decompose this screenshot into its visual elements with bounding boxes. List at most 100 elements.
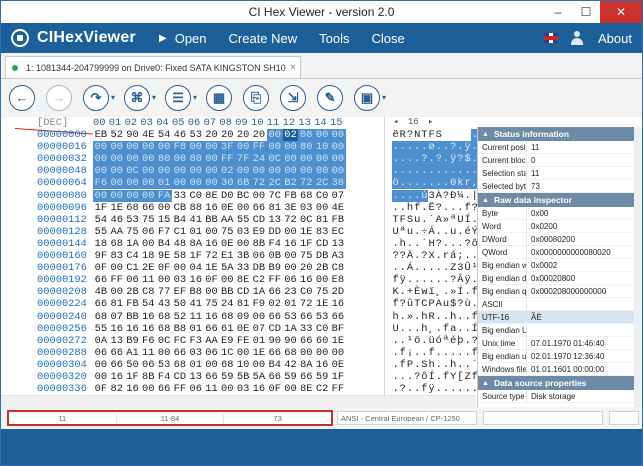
ascii-char[interactable]: . bbox=[406, 153, 414, 166]
hex-byte[interactable]: 03 bbox=[235, 383, 251, 395]
ascii-char[interactable]: f bbox=[428, 347, 435, 359]
hex-byte[interactable]: 00 bbox=[140, 141, 157, 154]
hex-byte[interactable]: FB bbox=[283, 190, 299, 202]
hex-byte[interactable]: 00 bbox=[330, 347, 346, 359]
ascii-char[interactable]: . bbox=[450, 238, 457, 250]
hex-byte[interactable]: 58 bbox=[172, 250, 188, 262]
ascii-char[interactable]: ô bbox=[421, 371, 428, 383]
ascii-char[interactable]: . bbox=[406, 323, 413, 335]
ascii-char[interactable]: . bbox=[413, 189, 421, 202]
hex-byte[interactable]: 20 bbox=[251, 129, 267, 141]
ascii-char[interactable]: ? bbox=[435, 153, 443, 166]
hex-byte[interactable]: 33 bbox=[298, 323, 314, 335]
ascii-char[interactable]: ? bbox=[399, 383, 406, 395]
ascii-char[interactable]: . bbox=[392, 371, 399, 383]
ascii-char[interactable]: » bbox=[442, 214, 449, 226]
ascii-char[interactable] bbox=[464, 129, 471, 141]
hex-byte[interactable]: B8 bbox=[188, 286, 204, 298]
hex-byte[interactable]: 68 bbox=[298, 190, 314, 202]
hex-byte[interactable]: 00 bbox=[140, 189, 157, 202]
encoding-selector[interactable]: ANSI - Central European / CP-1250 bbox=[337, 411, 477, 425]
hex-byte[interactable]: 16 bbox=[283, 238, 299, 250]
ascii-char[interactable]: . bbox=[399, 153, 407, 166]
hex-byte[interactable]: 66 bbox=[267, 286, 283, 298]
hex-byte[interactable]: 03 bbox=[172, 274, 188, 286]
hex-byte[interactable]: 00 bbox=[251, 359, 267, 371]
ascii-char[interactable]: ? bbox=[435, 202, 442, 214]
hex-byte[interactable]: B9 bbox=[125, 335, 141, 347]
raw-row[interactable]: Big endian dword 0x00020800 bbox=[478, 272, 642, 285]
hex-byte[interactable]: 66 bbox=[267, 371, 283, 383]
ascii-char[interactable]: . bbox=[464, 286, 471, 298]
hex-byte[interactable]: 5A bbox=[251, 371, 267, 383]
hex-byte[interactable]: 20 bbox=[235, 129, 251, 141]
hex-byte[interactable]: EB bbox=[93, 129, 109, 141]
hex-byte[interactable]: EF bbox=[172, 286, 188, 298]
ascii-char[interactable]: . bbox=[392, 238, 399, 250]
ascii-char[interactable]: . bbox=[435, 359, 442, 371]
hex-byte[interactable]: 16 bbox=[109, 323, 125, 335]
hex-byte[interactable]: 0E bbox=[235, 323, 251, 335]
ascii-char[interactable]: Í bbox=[464, 214, 471, 226]
hex-byte[interactable]: 00 bbox=[109, 286, 125, 298]
hex-byte[interactable]: 00 bbox=[204, 286, 220, 298]
ascii-char[interactable]: h bbox=[421, 311, 428, 323]
hex-byte[interactable]: C0 bbox=[298, 286, 314, 298]
hex-byte[interactable]: 0F bbox=[93, 262, 109, 274]
ascii-char[interactable]: ? bbox=[399, 298, 406, 310]
hex-byte[interactable]: 01 bbox=[283, 298, 299, 310]
hex-byte[interactable]: 0F bbox=[156, 262, 172, 274]
hex-byte[interactable]: C0 bbox=[188, 190, 204, 202]
hex-byte[interactable]: 16 bbox=[204, 238, 220, 250]
hex-byte[interactable]: 66 bbox=[93, 298, 109, 310]
ascii-char[interactable]: ö bbox=[392, 177, 400, 190]
ascii-char[interactable]: . bbox=[442, 311, 449, 323]
ascii-char[interactable]: . bbox=[450, 383, 457, 395]
hex-byte[interactable]: 00 bbox=[124, 189, 141, 202]
status-section-header[interactable]: ▲ Status information bbox=[478, 127, 642, 141]
hex-byte[interactable]: 00 bbox=[108, 189, 125, 202]
hex-byte[interactable]: C2 bbox=[251, 274, 267, 286]
hex-byte[interactable]: 41 bbox=[188, 298, 204, 310]
hex-row[interactable]: 00000256 55 16 16 16 68 B8 01 66 61 0E 07 CD 1A 33 C0 BF… bbox=[1, 323, 507, 335]
hex-byte[interactable]: 8B bbox=[140, 371, 156, 383]
hex-byte[interactable]: 75 bbox=[140, 214, 156, 226]
ascii-char[interactable]: . bbox=[442, 226, 449, 238]
hex-byte[interactable]: 13 bbox=[109, 335, 125, 347]
raw-row[interactable]: Big endian UTF-16 bbox=[478, 324, 642, 337]
ascii-char[interactable]: Í bbox=[428, 371, 435, 383]
raw-row[interactable]: Unix time 07.01.1970 01:46:40 bbox=[478, 337, 642, 350]
hex-byte[interactable]: B9 bbox=[267, 262, 283, 274]
hex-byte[interactable]: 00 bbox=[219, 274, 235, 286]
ascii-char[interactable]: . bbox=[428, 153, 436, 166]
hex-byte[interactable]: C0 bbox=[314, 190, 330, 202]
hex-row[interactable]: 00000064 F6 00 00 00 01 00 00 00 30 6B 72 2C B2 72 2C 38… bbox=[1, 177, 508, 190]
hex-row[interactable]: 00000240 68 07 BB 16 68 52 11 16 68 09 00 66 53 66 53 66… bbox=[1, 311, 507, 323]
hex-byte[interactable]: C8 bbox=[330, 262, 346, 274]
hex-byte[interactable]: 00 bbox=[93, 141, 109, 154]
hex-byte[interactable]: 23 bbox=[283, 286, 299, 298]
ascii-char[interactable]: . bbox=[413, 165, 421, 178]
hex-byte[interactable]: F7 bbox=[156, 226, 172, 238]
hex-byte[interactable]: 82 bbox=[109, 383, 125, 395]
hex-byte[interactable]: 2E bbox=[140, 262, 156, 274]
hex-byte[interactable]: 16 bbox=[109, 371, 125, 383]
hex-byte[interactable]: 00 bbox=[219, 383, 235, 395]
hex-byte[interactable]: FC bbox=[172, 335, 188, 347]
hex-byte[interactable]: 00 bbox=[283, 383, 299, 395]
ascii-char[interactable]: S bbox=[421, 359, 428, 371]
ascii-char[interactable]: . bbox=[406, 141, 414, 154]
ascii-char[interactable]: A bbox=[435, 214, 442, 226]
menu-create-new[interactable]: Create New bbox=[229, 31, 298, 46]
ascii-char[interactable]: . bbox=[435, 323, 442, 335]
hex-row[interactable]: 00000096 1F 1E 68 66 00 CB 88 16 0E 00 66 81 3E 03 00 4E… bbox=[1, 202, 507, 214]
hex-byte[interactable]: 88 bbox=[188, 202, 204, 214]
hex-byte[interactable]: 00 bbox=[283, 226, 299, 238]
hex-byte[interactable]: 75 bbox=[125, 226, 141, 238]
ascii-char[interactable]: . bbox=[442, 177, 450, 190]
list-button[interactable]: ☰ bbox=[165, 84, 192, 111]
hex-byte[interactable]: DB bbox=[251, 262, 267, 274]
hex-byte[interactable]: 00 bbox=[108, 141, 125, 154]
ascii-char[interactable]: . bbox=[399, 371, 406, 383]
ascii-char[interactable]: ¡ bbox=[406, 347, 413, 359]
